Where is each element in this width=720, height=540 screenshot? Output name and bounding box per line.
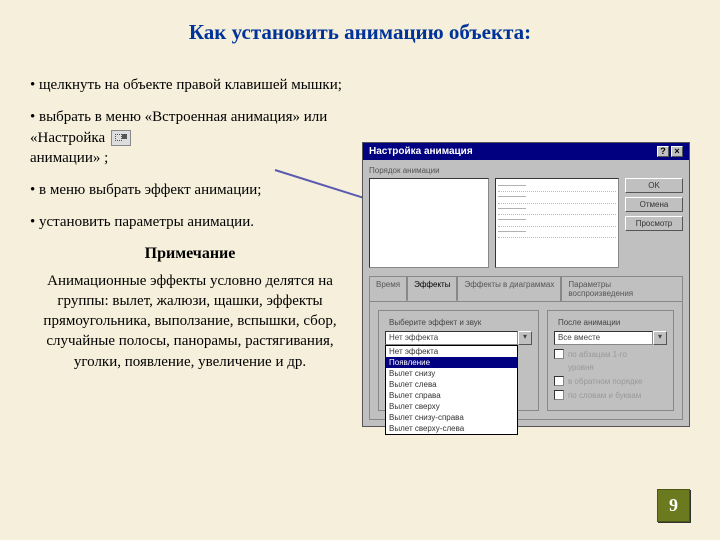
dialog-tabs: Время Эффекты Эффекты в диаграммах Парам…	[369, 276, 683, 301]
effect-option[interactable]: Появление	[386, 357, 517, 368]
tab-effects[interactable]: Эффекты	[407, 276, 457, 301]
preview-button[interactable]: Просмотр	[625, 216, 683, 231]
help-icon[interactable]: ?	[657, 146, 669, 157]
note-body: Анимационные эффекты условно делятся на …	[30, 271, 350, 372]
bullet-1: • щелкнуть на объекте правой клавишей мы…	[30, 75, 350, 95]
slide-title: Как установить анимацию объекта:	[30, 20, 690, 45]
dialog-title-text: Настройка анимация	[369, 146, 473, 157]
effect-combo[interactable]: Нет эффекта ▾ Нет эффекта Появление Выле…	[385, 331, 532, 345]
effect-option[interactable]: Вылет слева	[386, 379, 517, 390]
order-label: Порядок анимации	[369, 166, 683, 175]
tab-time[interactable]: Время	[369, 276, 407, 301]
note-heading: Примечание	[30, 245, 350, 263]
tab-playback[interactable]: Параметры воспроизведения	[561, 276, 683, 301]
chevron-down-icon[interactable]: ▾	[518, 331, 532, 345]
checkbox-words[interactable]	[554, 390, 564, 400]
cancel-button[interactable]: Отмена	[625, 197, 683, 212]
bullet-2: • выбрать в меню «Встроенная анимация» и…	[30, 107, 350, 168]
effect-option[interactable]: Нет эффекта	[386, 346, 517, 357]
tab-chart-effects[interactable]: Эффекты в диаграммах	[457, 276, 561, 301]
dialog-titlebar: Настройка анимация ? ×	[363, 143, 689, 160]
grouping-combo-value: Все вместе	[554, 331, 653, 345]
bullet-list: • щелкнуть на объекте правой клавишей мы…	[30, 75, 350, 233]
checkbox-paragraphs[interactable]	[554, 349, 564, 359]
after-animation-label: После анимации	[556, 318, 622, 327]
effect-option[interactable]: Вылет сверху-слева	[386, 423, 517, 434]
close-icon[interactable]: ×	[671, 146, 683, 157]
animation-settings-dialog: Настройка анимация ? × Порядок анимации …	[362, 142, 690, 427]
effect-option[interactable]: Вылет снизу-справа	[386, 412, 517, 423]
effects-panel: Выберите эффект и звук Нет эффекта ▾ Нет…	[369, 301, 683, 420]
effect-sound-label: Выберите эффект и звук	[387, 318, 483, 327]
bullet-4: • установить параметры анимации.	[30, 212, 350, 232]
checkbox-reverse[interactable]	[554, 376, 564, 386]
effect-option[interactable]: Вылет сверху	[386, 401, 517, 412]
grouping-combo[interactable]: Все вместе ▾	[554, 331, 667, 345]
ok-button[interactable]: OK	[625, 178, 683, 193]
page-number-badge: 9	[657, 489, 690, 522]
slide-preview	[369, 178, 489, 268]
animation-settings-icon	[111, 130, 131, 146]
effect-option[interactable]: Вылет снизу	[386, 368, 517, 379]
animation-order-list[interactable]: ———— ———— ———— ———— ————	[495, 178, 619, 268]
effect-option[interactable]: Вылет справа	[386, 390, 517, 401]
effect-combo-value: Нет эффекта	[385, 331, 518, 345]
effect-dropdown-list[interactable]: Нет эффекта Появление Вылет снизу Вылет …	[385, 345, 518, 435]
bullet-3: • в меню выбрать эффект анимации;	[30, 180, 350, 200]
chevron-down-icon[interactable]: ▾	[653, 331, 667, 345]
